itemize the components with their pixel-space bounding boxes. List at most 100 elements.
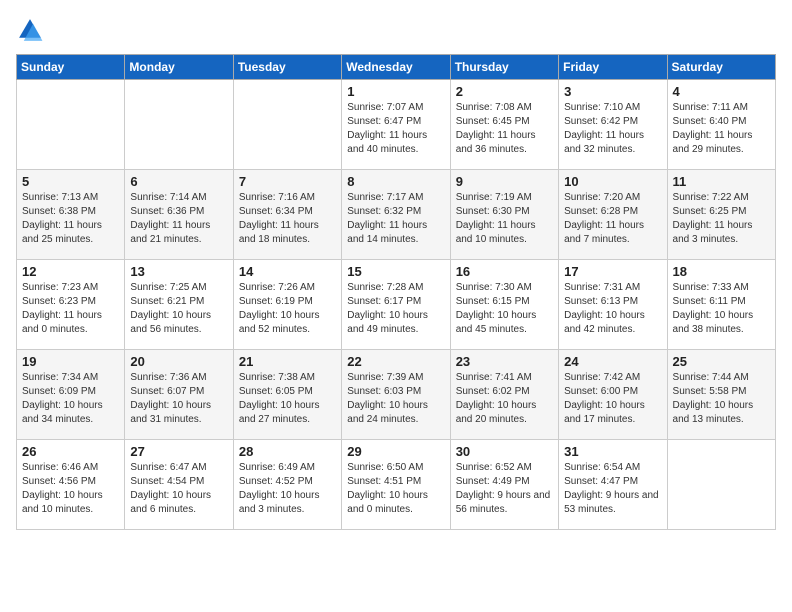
day-number: 25 [673,354,770,369]
calendar-cell: 28 Sunrise: 6:49 AM Sunset: 4:52 PM Dayli… [233,440,341,530]
day-number: 10 [564,174,661,189]
day-number: 23 [456,354,553,369]
calendar-cell: 4 Sunrise: 7:11 AM Sunset: 6:40 PM Daylig… [667,80,775,170]
day-info: Sunrise: 6:52 AM Sunset: 4:49 PM Dayligh… [456,461,553,517]
day-header: Thursday [450,55,558,80]
day-number: 8 [347,174,444,189]
calendar-cell: 21 Sunrise: 7:38 AM Sunset: 6:05 PM Dayli… [233,350,341,440]
calendar-cell [125,80,233,170]
calendar-cell: 7 Sunrise: 7:16 AM Sunset: 6:34 PM Daylig… [233,170,341,260]
day-header: Tuesday [233,55,341,80]
calendar-cell [667,440,775,530]
day-number: 31 [564,444,661,459]
day-number: 5 [22,174,119,189]
calendar-cell: 13Sunrise: 7:25 AM Sunset: 6:21 PM Dayli… [125,260,233,350]
day-info: Sunrise: 7:28 AM Sunset: 6:17 PM Dayligh… [347,281,444,337]
page-header [16,16,776,44]
day-info: Sunrise: 7:13 AM Sunset: 6:38 PM Dayligh… [22,191,119,247]
day-info: Sunrise: 7:10 AM Sunset: 6:42 PM Dayligh… [564,101,661,157]
day-number: 26 [22,444,119,459]
calendar-cell: 23 Sunrise: 7:41 AM Sunset: 6:02 PM Dayli… [450,350,558,440]
day-header: Friday [559,55,667,80]
day-number: 22 [347,354,444,369]
day-info: Sunrise: 7:17 AM Sunset: 6:32 PM Dayligh… [347,191,444,247]
day-number: 28 [239,444,336,459]
day-info: Sunrise: 7:07 AM Sunset: 6:47 PM Dayligh… [347,101,444,157]
day-number: 3 [564,84,661,99]
day-info: Sunrise: 7:34 AM Sunset: 6:09 PM Dayligh… [22,371,119,427]
calendar-cell: 15 Sunrise: 7:28 AM Sunset: 6:17 PM Dayli… [342,260,450,350]
day-info: Sunrise: 6:50 AM Sunset: 4:51 PM Dayligh… [347,461,444,517]
calendar-cell: 29 Sunrise: 6:50 AM Sunset: 4:51 PM Dayli… [342,440,450,530]
day-number: 9 [456,174,553,189]
calendar-cell: 24 Sunrise: 7:42 AM Sunset: 6:00 PM Dayli… [559,350,667,440]
calendar-cell: 11 Sunrise: 7:22 AM Sunset: 6:25 PM Dayli… [667,170,775,260]
day-number: 4 [673,84,770,99]
calendar-cell: 20Sunrise: 7:36 AM Sunset: 6:07 PM Dayli… [125,350,233,440]
day-number: 20 [130,354,227,369]
day-number: 16 [456,264,553,279]
calendar-cell: 2 Sunrise: 7:08 AM Sunset: 6:45 PM Daylig… [450,80,558,170]
day-info: Sunrise: 7:20 AM Sunset: 6:28 PM Dayligh… [564,191,661,247]
day-info: Sunrise: 6:46 AM Sunset: 4:56 PM Dayligh… [22,461,119,517]
day-info: Sunrise: 7:39 AM Sunset: 6:03 PM Dayligh… [347,371,444,427]
day-info: Sunrise: 7:25 AM Sunset: 6:21 PM Dayligh… [130,281,227,337]
calendar-cell: 17 Sunrise: 7:31 AM Sunset: 6:13 PM Dayli… [559,260,667,350]
calendar-cell: 1Sunrise: 7:07 AM Sunset: 6:47 PM Daylig… [342,80,450,170]
calendar-cell [233,80,341,170]
day-number: 30 [456,444,553,459]
day-header: Saturday [667,55,775,80]
day-info: Sunrise: 6:47 AM Sunset: 4:54 PM Dayligh… [130,461,227,517]
calendar-table: SundayMondayTuesdayWednesdayThursdayFrid… [16,54,776,530]
day-info: Sunrise: 7:33 AM Sunset: 6:11 PM Dayligh… [673,281,770,337]
day-info: Sunrise: 7:23 AM Sunset: 6:23 PM Dayligh… [22,281,119,337]
day-info: Sunrise: 7:08 AM Sunset: 6:45 PM Dayligh… [456,101,553,157]
day-number: 12 [22,264,119,279]
day-header: Monday [125,55,233,80]
day-info: Sunrise: 7:44 AM Sunset: 5:58 PM Dayligh… [673,371,770,427]
day-number: 11 [673,174,770,189]
calendar-cell: 26 Sunrise: 6:46 AM Sunset: 4:56 PM Dayli… [17,440,125,530]
day-number: 14 [239,264,336,279]
day-info: Sunrise: 6:54 AM Sunset: 4:47 PM Dayligh… [564,461,661,517]
calendar-cell: 12 Sunrise: 7:23 AM Sunset: 6:23 PM Dayli… [17,260,125,350]
day-info: Sunrise: 6:49 AM Sunset: 4:52 PM Dayligh… [239,461,336,517]
day-info: Sunrise: 7:26 AM Sunset: 6:19 PM Dayligh… [239,281,336,337]
logo-icon [16,16,44,44]
day-info: Sunrise: 7:11 AM Sunset: 6:40 PM Dayligh… [673,101,770,157]
day-number: 18 [673,264,770,279]
calendar-cell: 8 Sunrise: 7:17 AM Sunset: 6:32 PM Daylig… [342,170,450,260]
logo [16,16,48,44]
day-number: 24 [564,354,661,369]
calendar-cell: 19Sunrise: 7:34 AM Sunset: 6:09 PM Dayli… [17,350,125,440]
calendar-cell: 30 Sunrise: 6:52 AM Sunset: 4:49 PM Dayli… [450,440,558,530]
day-number: 27 [130,444,227,459]
day-info: Sunrise: 7:42 AM Sunset: 6:00 PM Dayligh… [564,371,661,427]
day-info: Sunrise: 7:22 AM Sunset: 6:25 PM Dayligh… [673,191,770,247]
day-header: Sunday [17,55,125,80]
day-info: Sunrise: 7:38 AM Sunset: 6:05 PM Dayligh… [239,371,336,427]
day-info: Sunrise: 7:19 AM Sunset: 6:30 PM Dayligh… [456,191,553,247]
calendar-cell: 22 Sunrise: 7:39 AM Sunset: 6:03 PM Dayli… [342,350,450,440]
calendar-cell: 31 Sunrise: 6:54 AM Sunset: 4:47 PM Dayli… [559,440,667,530]
day-header: Wednesday [342,55,450,80]
calendar-cell: 9 Sunrise: 7:19 AM Sunset: 6:30 PM Daylig… [450,170,558,260]
day-number: 6 [130,174,227,189]
day-info: Sunrise: 7:31 AM Sunset: 6:13 PM Dayligh… [564,281,661,337]
day-number: 21 [239,354,336,369]
day-number: 29 [347,444,444,459]
calendar-cell: 6 Sunrise: 7:14 AM Sunset: 6:36 PM Daylig… [125,170,233,260]
calendar-cell [17,80,125,170]
day-number: 15 [347,264,444,279]
day-info: Sunrise: 7:41 AM Sunset: 6:02 PM Dayligh… [456,371,553,427]
calendar-cell: 10 Sunrise: 7:20 AM Sunset: 6:28 PM Dayli… [559,170,667,260]
calendar-cell: 3 Sunrise: 7:10 AM Sunset: 6:42 PM Daylig… [559,80,667,170]
day-number: 17 [564,264,661,279]
day-info: Sunrise: 7:14 AM Sunset: 6:36 PM Dayligh… [130,191,227,247]
day-number: 2 [456,84,553,99]
calendar-cell: 16Sunrise: 7:30 AM Sunset: 6:15 PM Dayli… [450,260,558,350]
day-info: Sunrise: 7:16 AM Sunset: 6:34 PM Dayligh… [239,191,336,247]
calendar-cell: 18 Sunrise: 7:33 AM Sunset: 6:11 PM Dayli… [667,260,775,350]
calendar-cell: 27 Sunrise: 6:47 AM Sunset: 4:54 PM Dayli… [125,440,233,530]
day-number: 7 [239,174,336,189]
